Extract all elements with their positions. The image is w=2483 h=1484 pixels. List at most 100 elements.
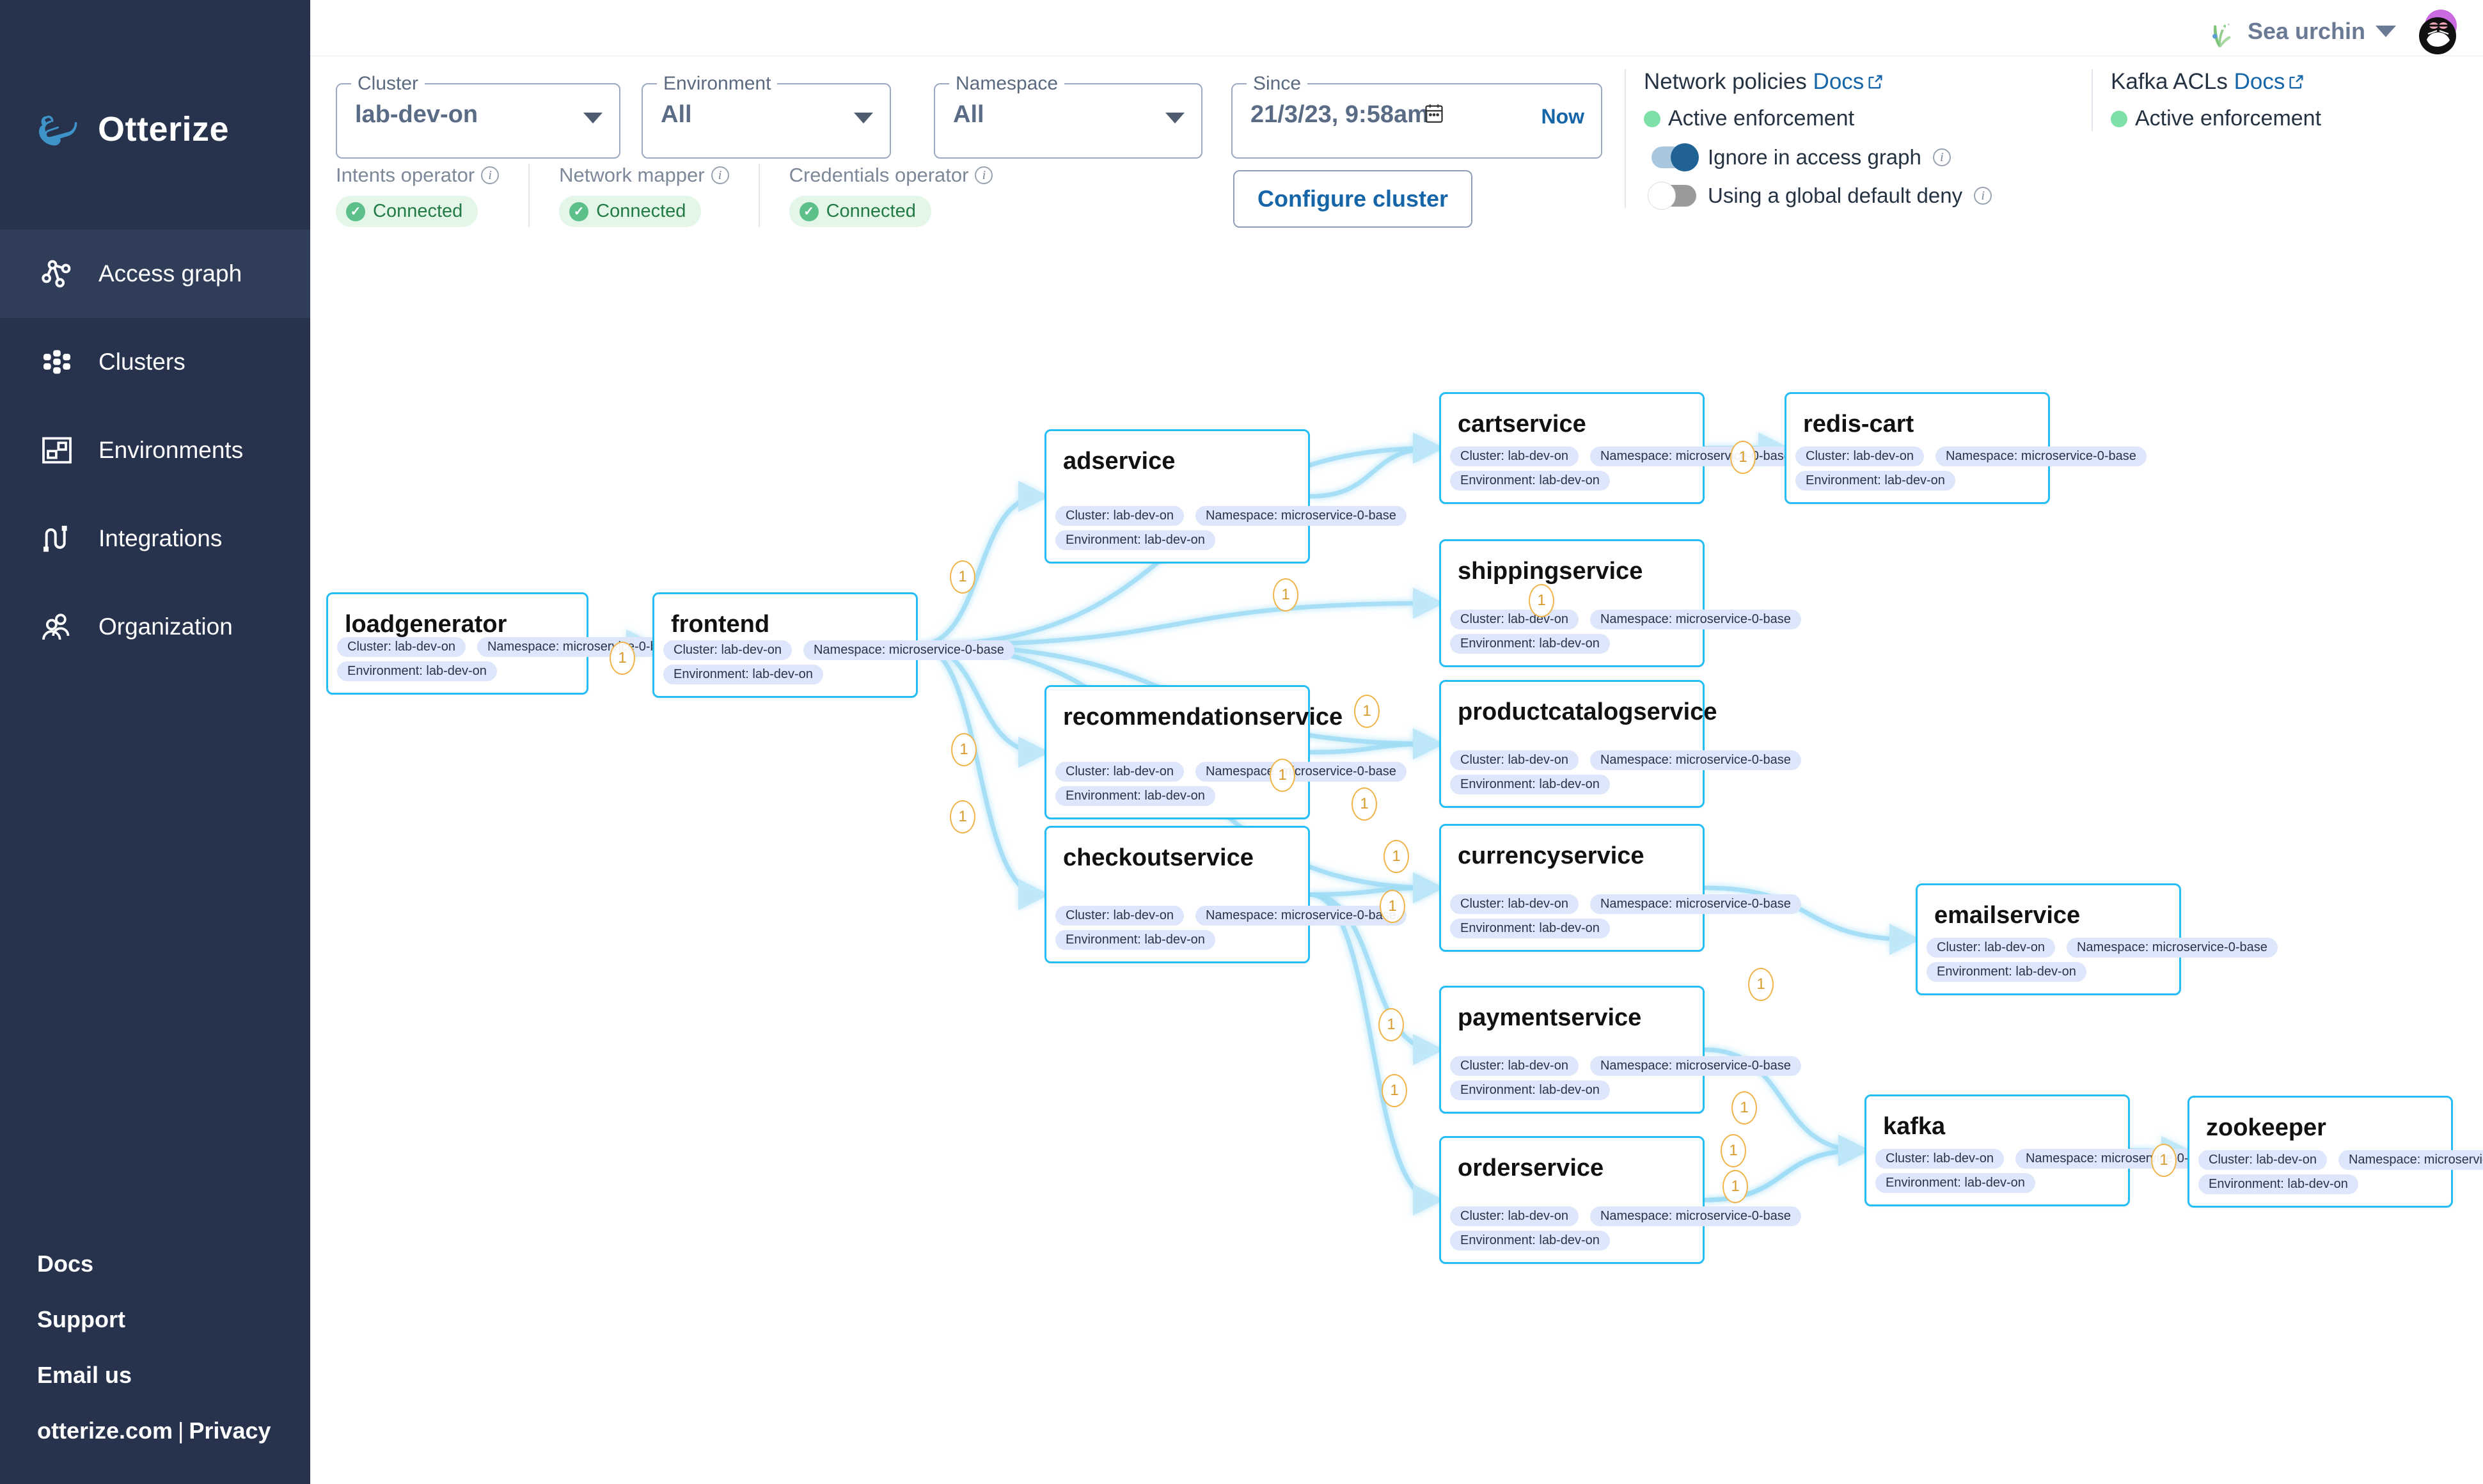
environment-tag: Environment: lab-dev-on xyxy=(1450,1080,1610,1100)
sidebar-item-integrations[interactable]: Integrations xyxy=(0,494,310,583)
external-link-icon[interactable] xyxy=(1866,71,1884,89)
service-node-title: productcatalogservice xyxy=(1458,699,1717,725)
graph-edge[interactable] xyxy=(1309,432,1444,499)
footer-link-site[interactable]: otterize.com xyxy=(37,1417,173,1444)
sidebar-item-clusters[interactable]: Clusters xyxy=(0,318,310,406)
environment-select[interactable]: Environment All xyxy=(642,72,891,159)
edge-count-badge[interactable]: 1 xyxy=(1730,441,1756,474)
info-icon[interactable]: i xyxy=(1974,187,1992,205)
info-icon[interactable]: i xyxy=(1932,148,1951,166)
edge-count-badge[interactable]: 1 xyxy=(1352,787,1377,821)
environment-value: All xyxy=(661,101,692,128)
graph-edge[interactable] xyxy=(1309,872,1444,904)
footer-link-privacy[interactable]: Privacy xyxy=(189,1417,271,1444)
chevron-down-icon[interactable] xyxy=(2376,26,2396,37)
edge-count-badge[interactable]: 1 xyxy=(1378,1008,1404,1041)
service-node-emailservice[interactable]: emailservice Cluster: lab-dev-on Namespace… xyxy=(1916,883,2278,995)
namespace-select[interactable]: Namespace All xyxy=(934,72,1202,159)
cluster-tag: Cluster: lab-dev-on xyxy=(1450,1056,1579,1076)
graph-edge[interactable] xyxy=(1309,728,1444,760)
service-node-tags: Cluster: lab-dev-on Namespace: microservi… xyxy=(1450,746,1801,794)
seaweed-icon xyxy=(2199,12,2239,51)
edge-count-badge[interactable]: 1 xyxy=(1722,1170,1748,1203)
kafka-acls-docs-link[interactable]: Docs xyxy=(2234,69,2285,94)
since-datetime-input[interactable]: Since 21/3/23, 9:58am Now xyxy=(1231,72,1602,159)
service-node-tags: Cluster: lab-dev-on Namespace: microservi… xyxy=(1450,1202,1801,1251)
org-switcher[interactable]: Sea urchin xyxy=(2199,8,2460,55)
service-node-currencyservice[interactable]: currencyservice Cluster: lab-dev-on Namesp… xyxy=(1439,824,1801,952)
now-button[interactable]: Now xyxy=(1541,105,1584,129)
footer-link-support[interactable]: Support xyxy=(37,1306,271,1333)
avatar[interactable] xyxy=(2413,8,2460,55)
toggle-global-default-deny[interactable]: Using a global default deny i xyxy=(1644,182,2072,210)
service-node-paymentservice[interactable]: paymentservice Cluster: lab-dev-on Namespa… xyxy=(1439,986,1801,1114)
info-icon[interactable]: i xyxy=(481,166,500,184)
edge-count-badge[interactable]: 1 xyxy=(1273,578,1298,612)
edge-count-badge[interactable]: 1 xyxy=(1383,840,1409,873)
edge-count-badge[interactable]: 1 xyxy=(2151,1144,2177,1177)
cluster-label: Cluster xyxy=(351,72,425,95)
status-dot-icon xyxy=(1644,110,1660,127)
brand-logo[interactable]: Otterize xyxy=(0,0,310,150)
edge-count-badge[interactable]: 1 xyxy=(1731,1091,1757,1125)
chevron-down-icon[interactable] xyxy=(1165,113,1185,123)
status-label: Network mapper xyxy=(559,164,705,186)
edge-count-badge[interactable]: 1 xyxy=(1354,695,1380,728)
edge-count-badge[interactable]: 1 xyxy=(1748,968,1774,1001)
edge-count-badge[interactable]: 1 xyxy=(610,642,635,675)
graph-edge[interactable] xyxy=(917,480,1050,647)
info-icon[interactable]: i xyxy=(975,166,993,184)
service-node-checkoutservice[interactable]: checkoutservice Cluster: lab-dev-on Namesp… xyxy=(1044,826,1407,963)
graph-edge[interactable] xyxy=(917,643,1050,910)
status-network-mapper: Network mapper i ✓ Connected xyxy=(528,164,758,227)
sidebar-item-organization[interactable]: Organization xyxy=(0,583,310,671)
service-node-redis-cart[interactable]: redis-cart Cluster: lab-dev-on Namespace: … xyxy=(1785,392,2147,504)
edge-count-badge[interactable]: 1 xyxy=(1721,1134,1746,1167)
cluster-tag: Cluster: lab-dev-on xyxy=(663,640,792,660)
namespace-tag: Namespace: microservice-0-base xyxy=(1195,906,1407,926)
check-icon: ✓ xyxy=(799,201,819,221)
edge-count-badge[interactable]: 1 xyxy=(1382,1074,1407,1107)
edge-count-badge[interactable]: 1 xyxy=(950,560,975,594)
toggle-label: Ignore in access graph xyxy=(1708,145,1921,169)
service-node-kafka[interactable]: kafka Cluster: lab-dev-on Namespace: micro… xyxy=(1864,1094,2227,1206)
service-node-shippingservice[interactable]: shippingservice Cluster: lab-dev-on Namesp… xyxy=(1439,539,1801,667)
info-icon[interactable]: i xyxy=(711,166,729,184)
toggle-switch[interactable] xyxy=(1648,182,1696,210)
chevron-down-icon[interactable] xyxy=(583,113,603,123)
status-credentials-operator: Credentials operator i ✓ Connected xyxy=(758,164,1023,227)
network-policies-docs-link[interactable]: Docs xyxy=(1813,69,1864,94)
access-graph-canvas[interactable]: loadgenerator Cluster: lab-dev-on Namespac… xyxy=(310,314,2483,1484)
chevron-down-icon[interactable] xyxy=(854,113,873,123)
service-node-loadgenerator[interactable]: loadgenerator Cluster: lab-dev-on Namespac… xyxy=(326,592,688,695)
sidebar-item-access-graph[interactable]: Access graph xyxy=(0,230,310,318)
service-node-productcatalogservice[interactable]: productcatalogservice Cluster: lab-dev-on… xyxy=(1439,680,1801,808)
toggle-ignore-in-access-graph[interactable]: Ignore in access graph i xyxy=(1644,143,2072,171)
service-node-zookeeper[interactable]: zookeeper Cluster: lab-dev-on Namespace: m… xyxy=(2187,1096,2483,1208)
cluster-select[interactable]: Cluster lab-dev-on xyxy=(336,72,620,159)
sidebar-item-environments[interactable]: Environments xyxy=(0,406,310,494)
configure-cluster-button[interactable]: Configure cluster xyxy=(1233,170,1473,228)
status-badge-label: Connected xyxy=(373,201,463,221)
namespace-tag: Namespace: microservice-0-base xyxy=(2338,1150,2483,1170)
footer-link-email-us[interactable]: Email us xyxy=(37,1362,271,1389)
footer-link-docs[interactable]: Docs xyxy=(37,1251,271,1277)
service-node-cartservice[interactable]: cartservice Cluster: lab-dev-on Namespace:… xyxy=(1439,392,1801,504)
organization-icon xyxy=(37,607,77,647)
service-node-adservice[interactable]: adservice Cluster: lab-dev-on Namespace: m… xyxy=(1044,429,1407,564)
check-icon: ✓ xyxy=(346,201,365,221)
edge-count-badge[interactable]: 1 xyxy=(951,733,977,766)
edge-count-badge[interactable]: 1 xyxy=(1380,890,1405,923)
edge-count-badge[interactable]: 1 xyxy=(1270,759,1295,792)
toggle-switch[interactable] xyxy=(1651,143,1699,171)
service-node-title: emailservice xyxy=(1934,902,2081,929)
service-node-title: adservice xyxy=(1063,448,1176,475)
service-node-frontend[interactable]: frontend Cluster: lab-dev-on Namespace: mi… xyxy=(652,592,1014,698)
service-node-orderservice[interactable]: orderservice Cluster: lab-dev-on Namespace… xyxy=(1439,1136,1801,1264)
edge-count-badge[interactable]: 1 xyxy=(950,800,975,833)
external-link-icon[interactable] xyxy=(2287,71,2305,89)
service-node-tags: Cluster: lab-dev-on Namespace: microservi… xyxy=(1875,1144,2227,1193)
service-node-recommendationservice[interactable]: recommendationservice Cluster: lab-dev-on… xyxy=(1044,685,1407,819)
calendar-icon[interactable] xyxy=(1424,102,1444,129)
edge-count-badge[interactable]: 1 xyxy=(1529,584,1554,617)
